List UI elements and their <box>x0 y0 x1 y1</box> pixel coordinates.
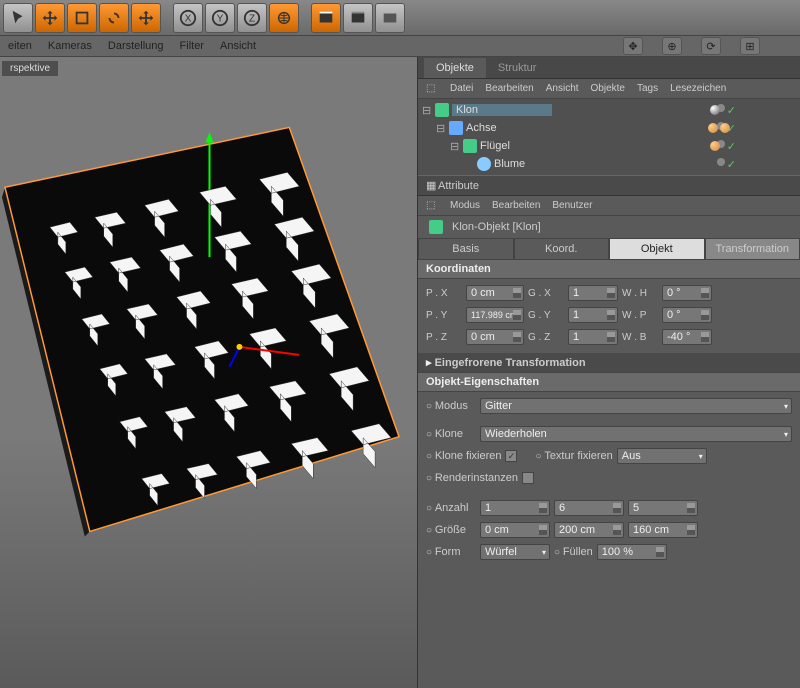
panel-menu: ⬚ Datei Bearbeiten Ansicht Objekte Tags … <box>418 79 800 99</box>
coords-header: Koordinaten <box>418 260 800 279</box>
input-groesse-1[interactable]: 0 cm <box>480 522 550 538</box>
input-gy[interactable]: 1 <box>568 307 618 323</box>
attribute-header: ▦Attribute <box>418 175 800 196</box>
tool-box1[interactable] <box>67 3 97 33</box>
poly-icon <box>463 139 477 153</box>
menu-kameras[interactable]: Kameras <box>48 40 92 52</box>
attribute-panel: Objekte Struktur ⬚ Datei Bearbeiten Ansi… <box>418 57 800 688</box>
hierarchy-row-achse[interactable]: ⊟ Achse ✓ <box>418 119 800 137</box>
pmenu-bearbeiten[interactable]: Bearbeiten <box>485 83 533 94</box>
tab-transformation[interactable]: Transformation <box>705 238 800 260</box>
hierarchy-row-blume[interactable]: Blume ✓ <box>418 155 800 173</box>
pmenu-datei[interactable]: Datei <box>450 83 473 94</box>
tool-render3[interactable] <box>375 3 405 33</box>
select-klone[interactable]: Wiederholen <box>480 426 792 442</box>
input-py[interactable]: 117.989 cm <box>466 307 524 323</box>
input-gz[interactable]: 1 <box>568 329 618 345</box>
input-fuellen[interactable]: 100 % <box>597 544 667 560</box>
amenu-modus[interactable]: Modus <box>450 200 480 211</box>
input-wp[interactable]: 0 ° <box>662 307 712 323</box>
select-form[interactable]: Würfel <box>480 544 550 560</box>
viewport-menubar: eiten Kameras Darstellung Filter Ansicht… <box>0 36 800 57</box>
check-renderinst[interactable] <box>522 472 534 484</box>
menu-filter[interactable]: Filter <box>180 40 204 52</box>
tool-cursor[interactable] <box>3 3 33 33</box>
pmenu-objekte[interactable]: Objekte <box>591 83 625 94</box>
panel-tabs: Objekte Struktur <box>418 57 800 79</box>
input-anzahl-2[interactable]: 6 <box>554 500 624 516</box>
tool-z-axis[interactable]: Z <box>237 3 267 33</box>
tab-objekt[interactable]: Objekt <box>609 238 705 260</box>
attr-menu: ⬚ Modus Bearbeiten Benutzer <box>418 196 800 216</box>
input-anzahl-3[interactable]: 5 <box>628 500 698 516</box>
pmenu-tags[interactable]: Tags <box>637 83 658 94</box>
svg-text:X: X <box>185 13 192 24</box>
input-gx[interactable]: 1 <box>568 285 618 301</box>
input-groesse-2[interactable]: 200 cm <box>554 522 624 538</box>
input-pz[interactable]: 0 cm <box>466 329 524 345</box>
attr-tabs: Basis Koord. Objekt Transformation <box>418 238 800 260</box>
pmenu-ansicht[interactable]: Ansicht <box>546 83 579 94</box>
tool-planet[interactable] <box>269 3 299 33</box>
null-icon <box>449 121 463 135</box>
nav-orbit-icon[interactable]: ⟳ <box>701 37 721 55</box>
viewport-scene <box>0 77 417 537</box>
tab-basis[interactable]: Basis <box>418 238 514 260</box>
menu-ansicht[interactable]: Ansicht <box>220 40 256 52</box>
select-textur-fix[interactable]: Aus <box>617 448 707 464</box>
input-px[interactable]: 0 cm <box>466 285 524 301</box>
amenu-bearbeiten[interactable]: Bearbeiten <box>492 200 540 211</box>
tool-y-axis[interactable]: Y <box>205 3 235 33</box>
tab-objekte[interactable]: Objekte <box>424 58 486 78</box>
svg-text:Z: Z <box>249 13 255 24</box>
tool-target[interactable] <box>131 3 161 33</box>
menu-eiten[interactable]: eiten <box>8 40 32 52</box>
objprops-header: Objekt-Eigenschaften <box>418 373 800 392</box>
tool-render2[interactable] <box>343 3 373 33</box>
cloner-icon <box>435 103 449 117</box>
viewport-label: rspektive <box>2 61 58 76</box>
hierarchy-row-fluegel[interactable]: ⊟ Flügel ✓ <box>418 137 800 155</box>
input-wb[interactable]: -40 ° <box>662 329 712 345</box>
tab-struktur[interactable]: Struktur <box>486 58 549 78</box>
nav-zoom-icon[interactable]: ⊕ <box>662 37 682 55</box>
tool-x-axis[interactable]: X <box>173 3 203 33</box>
tool-sync[interactable] <box>99 3 129 33</box>
select-modus[interactable]: Gitter <box>480 398 792 414</box>
tool-render1[interactable] <box>311 3 341 33</box>
cloner-icon <box>429 220 443 234</box>
tab-koord[interactable]: Koord. <box>514 238 610 260</box>
input-groesse-3[interactable]: 160 cm <box>628 522 698 538</box>
hierarchy-row-klon[interactable]: ⊟ Klon ✓ <box>418 101 800 119</box>
tool-move[interactable] <box>35 3 65 33</box>
svg-text:Y: Y <box>217 13 224 24</box>
object-title: Klon-Objekt [Klon] <box>418 216 800 238</box>
input-wh[interactable]: 0 ° <box>662 285 712 301</box>
nav-grid-icon[interactable]: ⊞ <box>740 37 760 55</box>
pmenu-lesezeichen[interactable]: Lesezeichen <box>670 83 726 94</box>
viewport-perspective[interactable]: rspektive <box>0 57 418 688</box>
input-anzahl-1[interactable]: 1 <box>480 500 550 516</box>
spline-icon <box>477 157 491 171</box>
amenu-benutzer[interactable]: Benutzer <box>552 200 592 211</box>
nav-pan-icon[interactable]: ✥ <box>623 37 643 55</box>
frozen-header[interactable]: ▸ Eingefrorene Transformation <box>418 353 800 373</box>
main-toolbar: X Y Z <box>0 0 800 36</box>
menu-darstellung[interactable]: Darstellung <box>108 40 164 52</box>
check-klone-fix[interactable] <box>505 450 517 462</box>
object-hierarchy: ⊟ Klon ✓ ⊟ Achse ✓ ⊟ Flügel ✓ Blume ✓ <box>418 99 800 175</box>
